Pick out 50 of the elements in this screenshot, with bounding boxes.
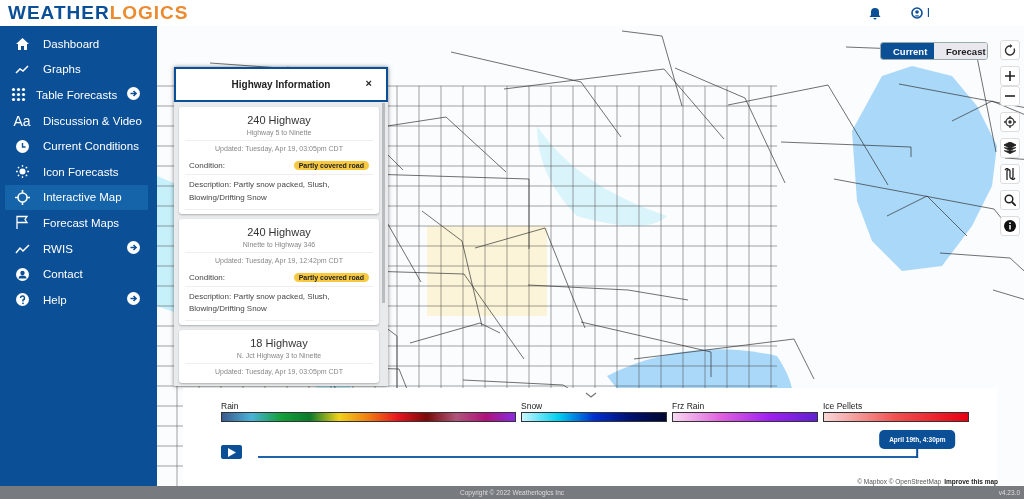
locate-icon[interactable] bbox=[1004, 116, 1016, 128]
nav-item[interactable]: Table Forecasts bbox=[5, 82, 148, 108]
highway-name: 240 Highway bbox=[246, 114, 312, 126]
refresh-icon[interactable] bbox=[1004, 44, 1016, 56]
info-icon[interactable] bbox=[1004, 220, 1016, 232]
legend-label: Rain bbox=[221, 401, 240, 411]
weatherlogics-logo[interactable]: WEATHERLOGICS bbox=[8, 2, 189, 24]
nav-item[interactable]: Aa Discussion & Video bbox=[5, 107, 148, 134]
grid-icon bbox=[11, 87, 26, 103]
condition-label: Condition: bbox=[189, 272, 226, 282]
home-icon bbox=[14, 36, 30, 52]
nav-item[interactable]: Dashboard bbox=[5, 31, 148, 57]
text-icon: Aa bbox=[13, 112, 31, 129]
scrollbar[interactable] bbox=[382, 103, 385, 303]
nav-item[interactable]: Graphs bbox=[5, 56, 148, 83]
legend-label: Frz Rain bbox=[672, 401, 706, 411]
layers-icon[interactable] bbox=[1004, 142, 1016, 154]
play-button[interactable] bbox=[221, 445, 242, 459]
chevron-down-icon[interactable] bbox=[585, 392, 597, 399]
nav-item[interactable]: Help bbox=[5, 286, 148, 313]
nav-item[interactable]: Icon Forecasts bbox=[5, 158, 148, 185]
help-icon bbox=[14, 292, 30, 308]
zoom-in-icon[interactable] bbox=[1005, 71, 1015, 81]
highway-name: 240 Highway bbox=[246, 225, 312, 238]
highway-name: 18 Highway bbox=[249, 337, 309, 350]
legend-label: Ice Pellets bbox=[823, 401, 864, 411]
play-icon bbox=[227, 447, 236, 457]
mode-tab[interactable]: Current bbox=[881, 43, 934, 59]
user-icon[interactable] bbox=[910, 7, 923, 19]
flag-icon bbox=[14, 215, 30, 231]
sun-icon bbox=[14, 164, 30, 180]
crosshair-icon bbox=[14, 189, 30, 205]
condition-label: Condition: bbox=[189, 161, 226, 170]
bell-icon[interactable] bbox=[868, 6, 881, 20]
nav-item[interactable]: Interactive Map bbox=[5, 184, 148, 211]
user-icon bbox=[14, 266, 30, 282]
mode-tab[interactable]: Forecast bbox=[934, 43, 987, 59]
legend-label: Snow bbox=[521, 401, 544, 411]
description-text: Description: Partly snow packed, Slush, Blowing/Drifting Snow bbox=[185, 286, 373, 322]
clock-icon bbox=[14, 138, 30, 154]
description-text: Description: Partly snow packed, Slush, Blowing/Drifting Snow bbox=[185, 175, 373, 210]
nav-item[interactable]: RWIS bbox=[5, 235, 148, 262]
user-name[interactable]: I bbox=[926, 6, 930, 20]
nav-item[interactable]: Contact bbox=[5, 261, 148, 287]
popup-title: Highway Information bbox=[231, 79, 331, 90]
close-button[interactable]: × bbox=[365, 77, 372, 89]
nav-item[interactable]: Current Conditions bbox=[5, 133, 148, 159]
nav-item[interactable]: Forecast Maps bbox=[5, 210, 148, 236]
route-icon[interactable] bbox=[1004, 168, 1016, 180]
search-icon[interactable] bbox=[1004, 194, 1016, 206]
